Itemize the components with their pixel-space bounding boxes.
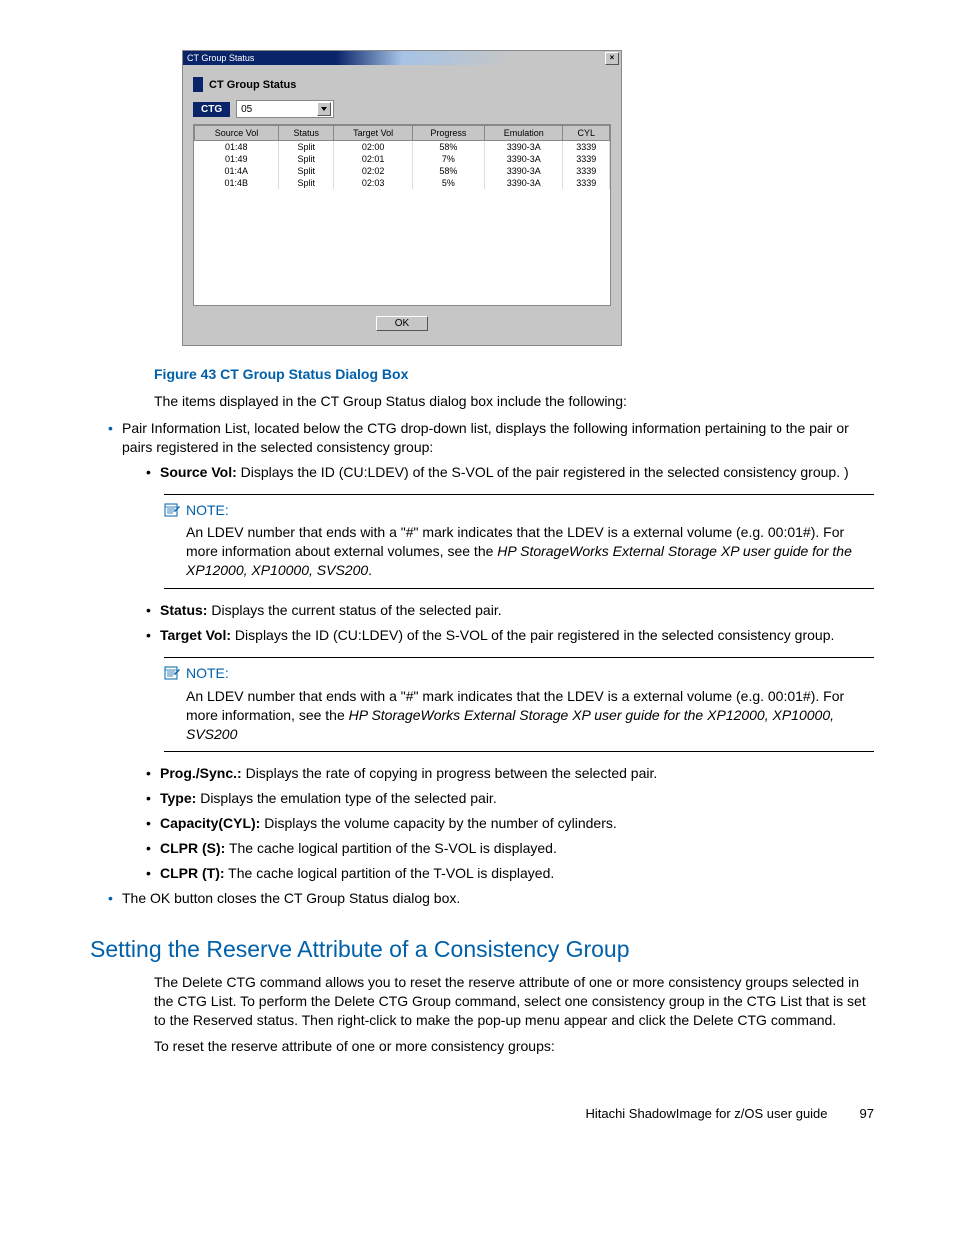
table-cell: 01:4B — [195, 177, 279, 189]
note-label: NOTE: — [186, 664, 229, 683]
table-cell: 3339 — [563, 141, 610, 154]
note-label: NOTE: — [186, 501, 229, 520]
ctg-label: CTG — [193, 102, 230, 117]
intro-paragraph: The items displayed in the CT Group Stat… — [154, 392, 874, 411]
figure-caption: Figure 43 CT Group Status Dialog Box — [154, 366, 874, 382]
table-cell: 58% — [412, 165, 484, 177]
table-cell: 01:4A — [195, 165, 279, 177]
table-row[interactable]: 01:4ASplit02:0258%3390-3A3339 — [195, 165, 610, 177]
table-cell: 5% — [412, 177, 484, 189]
column-header: CYL — [563, 126, 610, 141]
table-row[interactable]: 01:48Split02:0058%3390-3A3339 — [195, 141, 610, 154]
list-item: CLPR (T): The cache logical partition of… — [146, 864, 874, 883]
note-icon — [164, 666, 180, 680]
table-row[interactable]: 01:49Split02:017%3390-3A3339 — [195, 153, 610, 165]
table-cell: Split — [279, 177, 334, 189]
table-cell: 02:00 — [334, 141, 413, 154]
section-heading: Setting the Reserve Attribute of a Consi… — [90, 936, 874, 963]
footer-text: Hitachi ShadowImage for z/OS user guide — [585, 1106, 827, 1121]
table-cell: 3339 — [563, 153, 610, 165]
column-header: Target Vol — [334, 126, 413, 141]
ok-button[interactable]: OK — [376, 316, 428, 331]
page-number: 97 — [860, 1106, 874, 1121]
table-cell: Split — [279, 141, 334, 154]
table-cell: 7% — [412, 153, 484, 165]
list-item: Pair Information List, located below the… — [108, 419, 874, 883]
list-item: Type: Displays the emulation type of the… — [146, 789, 874, 808]
close-icon[interactable]: × — [605, 52, 619, 65]
list-item: Capacity(CYL): Displays the volume capac… — [146, 814, 874, 833]
section-paragraph: The Delete CTG command allows you to res… — [154, 973, 874, 1030]
table-row[interactable]: 01:4BSplit02:035%3390-3A3339 — [195, 177, 610, 189]
table-cell: Split — [279, 153, 334, 165]
ctg-dropdown[interactable]: 05 — [236, 100, 334, 118]
column-header: Emulation — [484, 126, 563, 141]
list-item: Source Vol: Displays the ID (CU:LDEV) of… — [146, 463, 874, 482]
note-icon — [164, 503, 180, 517]
dialog-screenshot: CT Group Status × CT Group Status CTG 05 — [182, 50, 622, 346]
header-marker-icon — [193, 77, 203, 92]
pair-info-table: Source VolStatusTarget VolProgressEmulat… — [193, 124, 611, 306]
list-item: Prog./Sync.: Displays the rate of copyin… — [146, 764, 874, 783]
table-cell: 3339 — [563, 177, 610, 189]
column-header: Source Vol — [195, 126, 279, 141]
chevron-down-icon — [317, 102, 331, 116]
table-cell: 58% — [412, 141, 484, 154]
table-cell: 3390-3A — [484, 177, 563, 189]
table-cell: 02:01 — [334, 153, 413, 165]
list-item: The OK button closes the CT Group Status… — [108, 889, 874, 908]
list-item: CLPR (S): The cache logical partition of… — [146, 839, 874, 858]
note-block: NOTE: An LDEV number that ends with a "#… — [164, 657, 874, 753]
table-cell: 01:49 — [195, 153, 279, 165]
table-cell: 01:48 — [195, 141, 279, 154]
table-cell: 3390-3A — [484, 141, 563, 154]
table-cell: 3390-3A — [484, 165, 563, 177]
table-cell: 3390-3A — [484, 153, 563, 165]
note-block: NOTE: An LDEV number that ends with a "#… — [164, 494, 874, 590]
table-cell: Split — [279, 165, 334, 177]
column-header: Progress — [412, 126, 484, 141]
column-header: Status — [279, 126, 334, 141]
dialog-header: CT Group Status — [209, 79, 296, 91]
list-item: Status: Displays the current status of t… — [146, 601, 874, 620]
section-paragraph: To reset the reserve attribute of one or… — [154, 1037, 874, 1056]
table-cell: 3339 — [563, 165, 610, 177]
list-item: Target Vol: Displays the ID (CU:LDEV) of… — [146, 626, 874, 645]
dialog-titlebar: CT Group Status × — [183, 51, 621, 65]
table-cell: 02:02 — [334, 165, 413, 177]
ctg-value: 05 — [241, 104, 252, 115]
table-cell: 02:03 — [334, 177, 413, 189]
titlebar-text: CT Group Status — [185, 53, 254, 63]
